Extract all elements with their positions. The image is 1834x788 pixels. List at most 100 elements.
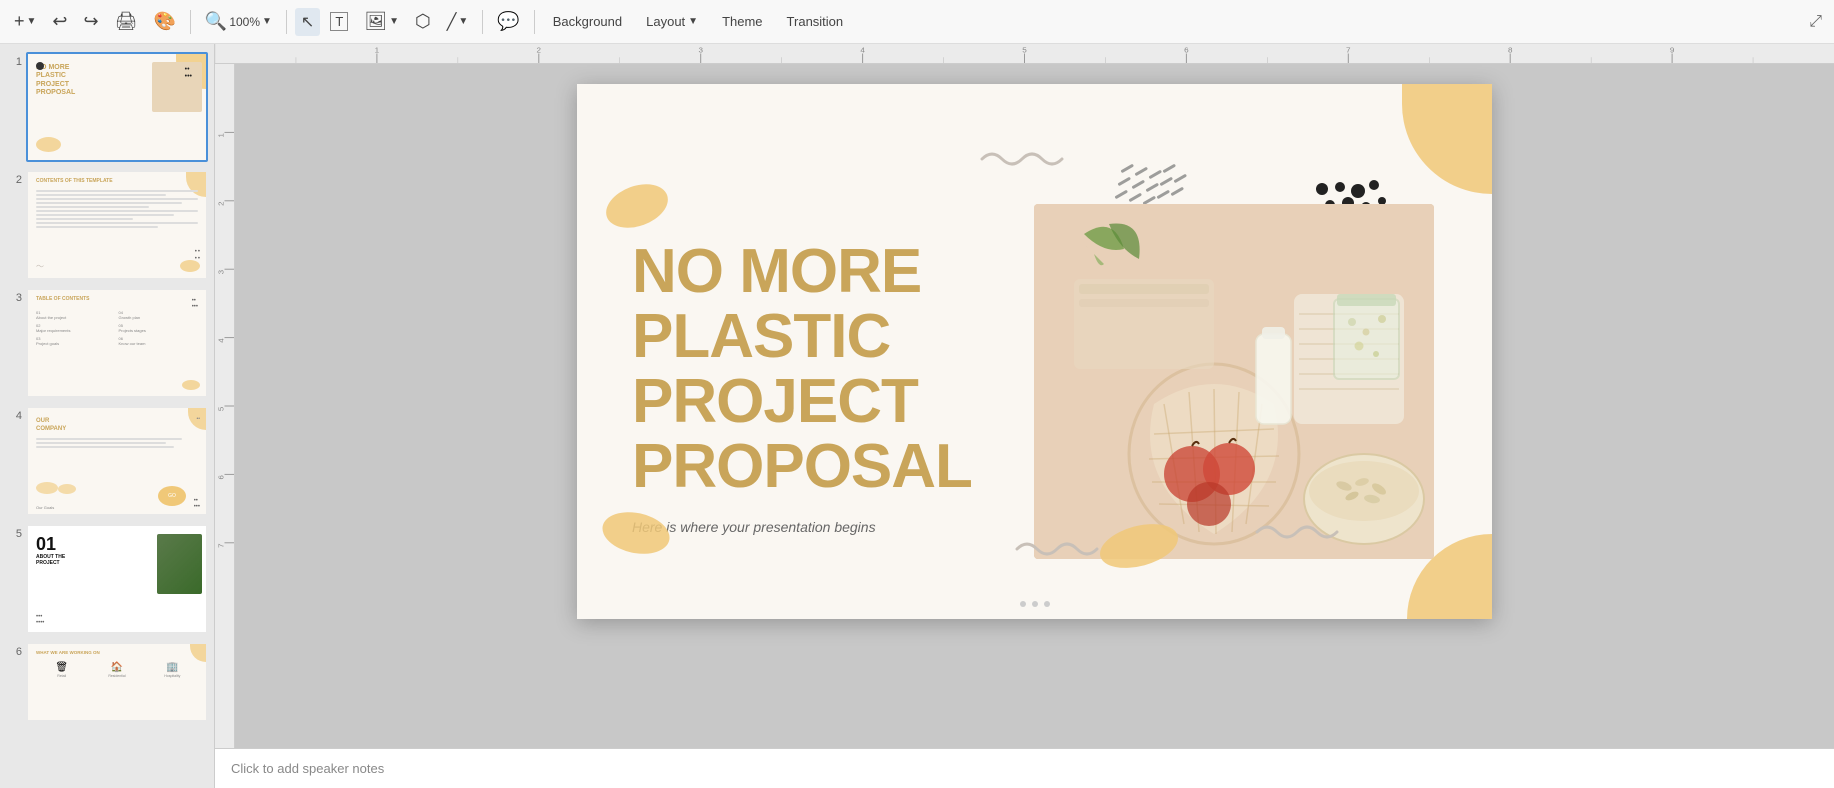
svg-text:7: 7	[1346, 46, 1351, 55]
slide-thumb-2[interactable]: CONTENTS OF THIS TEMPLATE 〜	[26, 170, 208, 280]
shape-icon: ⬡	[415, 11, 431, 32]
list-item[interactable]: 4 OURCOMPANY •• GO Our Goals •••••	[6, 406, 208, 516]
svg-text:3: 3	[698, 46, 703, 55]
list-item[interactable]: 2 CONTENTS OF THIS TEMPLATE	[6, 170, 208, 280]
svg-text:4: 4	[217, 338, 226, 343]
shape-tool-button[interactable]: ⬡	[409, 7, 437, 36]
slide-photo	[1034, 204, 1434, 559]
line-icon: ╱	[447, 12, 457, 32]
thumb3-blob	[182, 380, 200, 390]
thumb2-dots: ••••	[195, 249, 200, 262]
slide-dot-2	[1032, 601, 1038, 607]
slide-thumb-3[interactable]: TABLE OF CONTENTS 01About the project 04…	[26, 288, 208, 398]
svg-text:1: 1	[217, 133, 226, 137]
svg-text:7: 7	[217, 544, 226, 548]
thumb6-title: WHAT WE ARE WORKING ON	[36, 650, 100, 655]
slide-number-3: 3	[6, 292, 22, 304]
paint-format-icon: 🎨	[153, 11, 175, 32]
deco-bottomleftblob	[599, 507, 674, 559]
svg-text:3: 3	[217, 270, 226, 274]
zoom-button[interactable]: 🔍 100% ▼	[199, 7, 278, 36]
paint-format-button[interactable]: 🎨	[147, 7, 181, 36]
print-icon: 🖨	[115, 11, 138, 32]
zoom-value: 100%	[229, 15, 260, 29]
thumb4-dotgroup: •••••	[194, 498, 200, 510]
slide-canvas-wrapper: NO MORE PLASTIC PROJECT PROPOSAL Here is…	[577, 84, 1492, 619]
separator-4	[534, 10, 535, 34]
slide-thumb-1[interactable]: NO MOREPLASTICPROJECTPROPOSAL •••••	[26, 52, 208, 162]
svg-text:2: 2	[537, 46, 542, 55]
svg-text:9: 9	[1670, 46, 1675, 55]
theme-button[interactable]: Theme	[712, 10, 772, 33]
transition-label: Transition	[787, 14, 844, 29]
thumb3-title: TABLE OF CONTENTS	[36, 296, 90, 302]
select-tool-button[interactable]: ↖	[295, 8, 320, 36]
maximize-button[interactable]: ⤢	[1805, 9, 1826, 35]
theme-label: Theme	[722, 14, 762, 29]
layout-label: Layout	[646, 14, 685, 29]
list-item[interactable]: 6 WHAT WE ARE WORKING ON 🗑Retail 🏠Reside…	[6, 642, 208, 722]
canvas-scroll[interactable]: NO MORE PLASTIC PROJECT PROPOSAL Here is…	[235, 64, 1834, 748]
thumb4-blobsmall	[36, 482, 58, 494]
thumb2-squiggle: 〜	[36, 261, 44, 272]
zoom-icon: 🔍	[205, 11, 227, 32]
slide-number-2: 2	[6, 174, 22, 186]
thumb2-lines	[36, 190, 198, 230]
slide-number-1: 1	[6, 56, 22, 68]
slide-number-6: 6	[6, 646, 22, 658]
layout-arrow-icon: ▼	[688, 16, 698, 27]
separator-3	[482, 10, 483, 34]
background-button[interactable]: Background	[543, 10, 632, 33]
redo-icon: ↪	[84, 11, 99, 32]
add-button[interactable]: + ▼	[8, 7, 42, 36]
speaker-notes-placeholder: Click to add speaker notes	[231, 761, 384, 776]
title-line4: PROPOSAL	[632, 432, 972, 501]
redo-button[interactable]: ↪	[78, 7, 105, 36]
thumb1-dotgroup: •••••	[185, 66, 192, 80]
slide-thumb-5[interactable]: 01 ABOUT THEPROJECT •••••••	[26, 524, 208, 634]
list-item[interactable]: 5 01 ABOUT THEPROJECT •••••••	[6, 524, 208, 634]
main-area: 1 NO MOREPLASTICPROJECTPROPOSAL ••••• 2 …	[0, 44, 1834, 788]
image-tool-button[interactable]: 🖼 ▼	[358, 7, 405, 36]
deco-bottomrightsquiggle	[1252, 517, 1342, 547]
svg-text:4: 4	[860, 46, 865, 55]
svg-text:8: 8	[1508, 46, 1513, 55]
list-item[interactable]: 3 TABLE OF CONTENTS 01About the project …	[6, 288, 208, 398]
textbox-tool-button[interactable]: T	[324, 8, 354, 35]
title-line2: PLASTIC	[632, 302, 890, 371]
slide-dot-1	[1020, 601, 1026, 607]
undo-button[interactable]: ↩	[46, 7, 73, 36]
comment-button[interactable]: 💬	[491, 7, 525, 36]
slide-main-title[interactable]: NO MORE PLASTIC PROJECT PROPOSAL	[632, 239, 972, 499]
speaker-notes[interactable]: Click to add speaker notes	[215, 748, 1834, 788]
slides-panel: 1 NO MOREPLASTICPROJECTPROPOSAL ••••• 2 …	[0, 44, 215, 788]
thumb5-image	[157, 534, 202, 594]
thumb3-grid: 01About the project 04Growth plan 02Majo…	[36, 310, 198, 346]
select-icon: ↖	[301, 12, 314, 32]
zoom-arrow-icon: ▼	[262, 16, 272, 27]
comment-icon: 💬	[497, 11, 519, 32]
print-button[interactable]: 🖨	[109, 7, 144, 36]
line-tool-button[interactable]: ╱ ▼	[441, 8, 475, 36]
separator-2	[286, 10, 287, 34]
slide-number-5: 5	[6, 528, 22, 540]
thumb4-label: Our Goals	[36, 505, 54, 510]
line-arrow-icon: ▼	[458, 16, 468, 27]
deco-leftblob	[602, 179, 672, 234]
maximize-icon: ⤢	[1809, 13, 1822, 30]
list-item[interactable]: 1 NO MOREPLASTICPROJECTPROPOSAL •••••	[6, 52, 208, 162]
image-icon: 🖼	[364, 11, 387, 32]
thumb4-title: OURCOMPANY	[36, 418, 66, 434]
svg-text:5: 5	[1022, 46, 1027, 55]
transition-button[interactable]: Transition	[777, 10, 854, 33]
layout-button[interactable]: Layout ▼	[636, 10, 708, 33]
svg-text:2: 2	[217, 202, 226, 206]
canvas-area: 1 2 3 4 5 6 7 8 9	[215, 44, 1834, 788]
main-slide[interactable]: NO MORE PLASTIC PROJECT PROPOSAL Here is…	[577, 84, 1492, 619]
slide-thumb-4[interactable]: OURCOMPANY •• GO Our Goals •••••	[26, 406, 208, 516]
svg-text:6: 6	[217, 475, 226, 479]
slide-thumb-6[interactable]: WHAT WE ARE WORKING ON 🗑Retail 🏠Resident…	[26, 642, 208, 722]
thumb1-image	[152, 62, 202, 112]
photo-placeholder	[1034, 204, 1434, 559]
thumb4-lines	[36, 438, 198, 450]
